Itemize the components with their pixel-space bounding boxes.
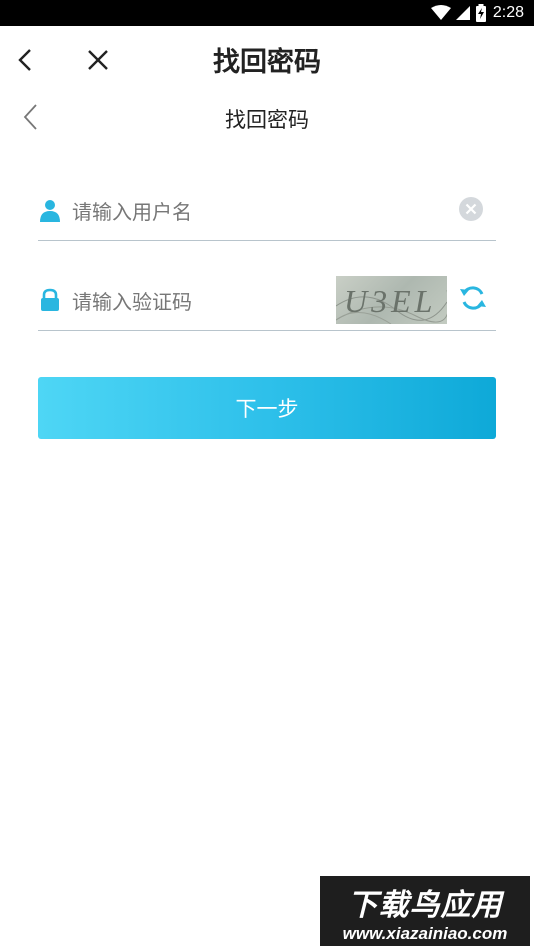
battery-icon (475, 4, 486, 22)
signal-icon (455, 6, 470, 20)
next-step-button[interactable]: 下一步 (38, 377, 496, 439)
refresh-icon[interactable] (458, 283, 488, 313)
username-field[interactable]: 请输入用户名 (38, 180, 496, 241)
captcha-field[interactable]: 请输入验证码 U3EL (38, 270, 496, 331)
status-bar: 2:28 (0, 0, 534, 26)
captcha-placeholder: 请输入验证码 (72, 290, 192, 314)
clear-icon[interactable] (458, 196, 484, 222)
watermark-url: www.xiazainiao.com (342, 924, 508, 943)
watermark-brand: 下载鸟应用 (347, 888, 503, 923)
app-bar: 找回密码 (0, 26, 534, 94)
watermark: 下载鸟应用 www.xiazainiao.com (320, 876, 530, 946)
wifi-icon (430, 5, 451, 20)
sub-header-title: 找回密码 (225, 108, 309, 132)
page-title: 找回密码 (213, 47, 321, 78)
captcha-text: U3EL (344, 283, 436, 319)
lock-icon (41, 288, 59, 311)
user-icon (40, 200, 60, 222)
username-placeholder: 请输入用户名 (72, 200, 192, 224)
captcha-image[interactable]: U3EL (336, 276, 447, 324)
status-time: 2:28 (492, 4, 524, 21)
sub-header: 找回密码 (0, 94, 534, 140)
